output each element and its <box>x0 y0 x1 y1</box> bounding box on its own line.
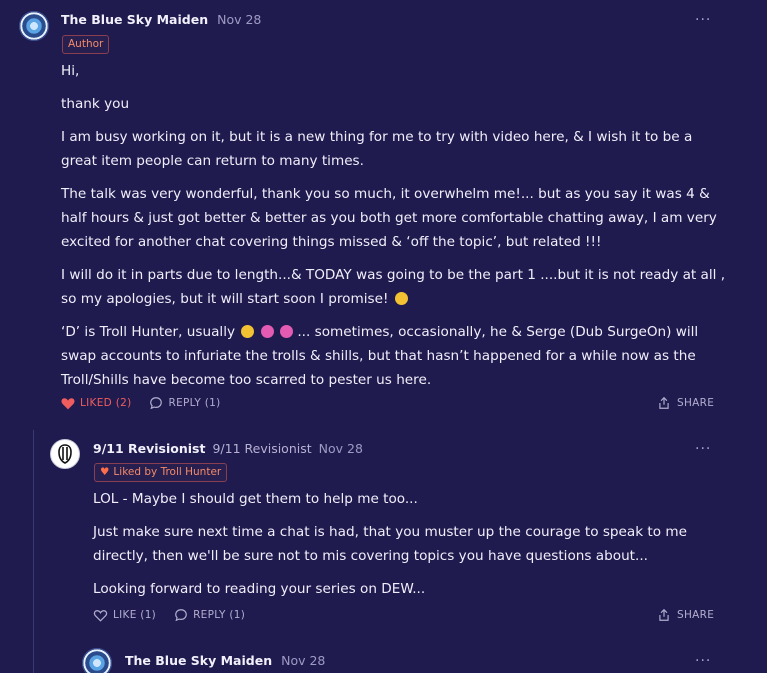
liked-by-badge: ♥ Liked by Troll Hunter <box>94 463 228 482</box>
author-badge-label: Author <box>68 38 104 50</box>
more-options-icon[interactable]: ··· <box>695 13 711 27</box>
comment-actions: LIKED (2) REPLY (1) <box>61 396 239 410</box>
comment-body: LOL - Maybe I should get them to help me… <box>93 487 713 610</box>
comment: The Blue Sky Maiden Nov 28 ··· Author Hi… <box>0 0 767 430</box>
heart-icon <box>93 609 108 622</box>
more-options-icon[interactable]: ··· <box>695 654 711 668</box>
comment-paragraph: Hi, <box>61 63 80 79</box>
comment-paragraph: ‘D’ is Troll Hunter, usually ... sometim… <box>61 320 731 392</box>
author-name[interactable]: The Blue Sky Maiden <box>61 12 208 27</box>
avatar[interactable] <box>19 11 49 41</box>
reply-label: REPLY (1) <box>168 397 221 409</box>
author-name[interactable]: 9/11 Revisionist <box>93 441 205 456</box>
display-name: 9/11 Revisionist <box>212 441 312 456</box>
share-icon <box>659 396 669 409</box>
author-badge: Author <box>62 35 110 54</box>
like-label: LIKE (1) <box>113 609 157 621</box>
comment-paragraph: I will do it in parts due to length...& … <box>61 263 731 311</box>
share-icon <box>659 608 669 621</box>
comment-actions: LIKE (1) REPLY (1) <box>93 608 263 622</box>
like-button[interactable]: LIKED (2) <box>61 397 131 410</box>
comment-header: The Blue Sky Maiden Nov 28 <box>61 12 261 27</box>
revisionist-logo-icon <box>58 444 72 464</box>
smiling-face-emoji-icon <box>394 292 408 305</box>
heart-icon: ♥ <box>100 466 110 478</box>
reply-label: REPLY (1) <box>193 609 246 621</box>
comment-date[interactable]: Nov 28 <box>217 12 261 27</box>
comment-body: Hi, thank you I am busy working on it, b… <box>61 59 731 401</box>
heart-icon <box>61 397 75 409</box>
speech-bubble-icon <box>150 397 163 410</box>
avatar[interactable] <box>82 648 112 673</box>
comment-paragraph: The talk was very wonderful, thank you s… <box>61 186 717 250</box>
comment-paragraph: Looking forward to reading your series o… <box>93 581 426 597</box>
reply-button[interactable]: REPLY (1) <box>149 396 220 410</box>
reply-button[interactable]: REPLY (1) <box>174 608 245 622</box>
author-name[interactable]: The Blue Sky Maiden <box>125 653 272 668</box>
comment-paragraph: thank you <box>61 96 130 112</box>
comment-paragraph: I am busy working on it, but it is a new… <box>61 129 693 169</box>
comment-header: The Blue Sky Maiden Nov 28 <box>125 653 325 668</box>
comment-date[interactable]: Nov 28 <box>281 653 325 668</box>
like-button[interactable]: LIKE (1) <box>93 609 156 622</box>
eye-roll-emoji-icon <box>241 325 255 338</box>
comment-thread: The Blue Sky Maiden Nov 28 ··· Author Hi… <box>0 0 767 673</box>
share-label: SHARE <box>677 397 715 409</box>
reply-comment: 9/11 Revisionist 9/11 Revisionist Nov 28… <box>0 430 767 635</box>
comment-header: 9/11 Revisionist 9/11 Revisionist Nov 28 <box>93 441 363 456</box>
avatar[interactable] <box>50 439 80 469</box>
comment-paragraph: LOL - Maybe I should get them to help me… <box>93 491 418 507</box>
more-options-icon[interactable]: ··· <box>695 442 711 456</box>
comment-paragraph-text: ‘D’ is Troll Hunter, usually <box>61 324 236 340</box>
comment-paragraph: Just make sure next time a chat is had, … <box>93 524 688 564</box>
like-label: LIKED (2) <box>80 397 132 409</box>
grinning-face-emoji-icon <box>260 325 274 338</box>
share-button[interactable]: SHARE <box>657 396 714 410</box>
squinting-face-emoji-icon <box>280 325 294 338</box>
liked-by-label: Liked by Troll Hunter <box>113 466 222 478</box>
comment-paragraph-text: I will do it in parts due to length...& … <box>61 267 726 307</box>
reply-comment: The Blue Sky Maiden Nov 28 ··· <box>0 635 767 673</box>
comment-date[interactable]: Nov 28 <box>319 441 363 456</box>
share-button[interactable]: SHARE <box>657 608 714 622</box>
speech-bubble-icon <box>175 609 187 622</box>
share-label: SHARE <box>677 609 715 621</box>
